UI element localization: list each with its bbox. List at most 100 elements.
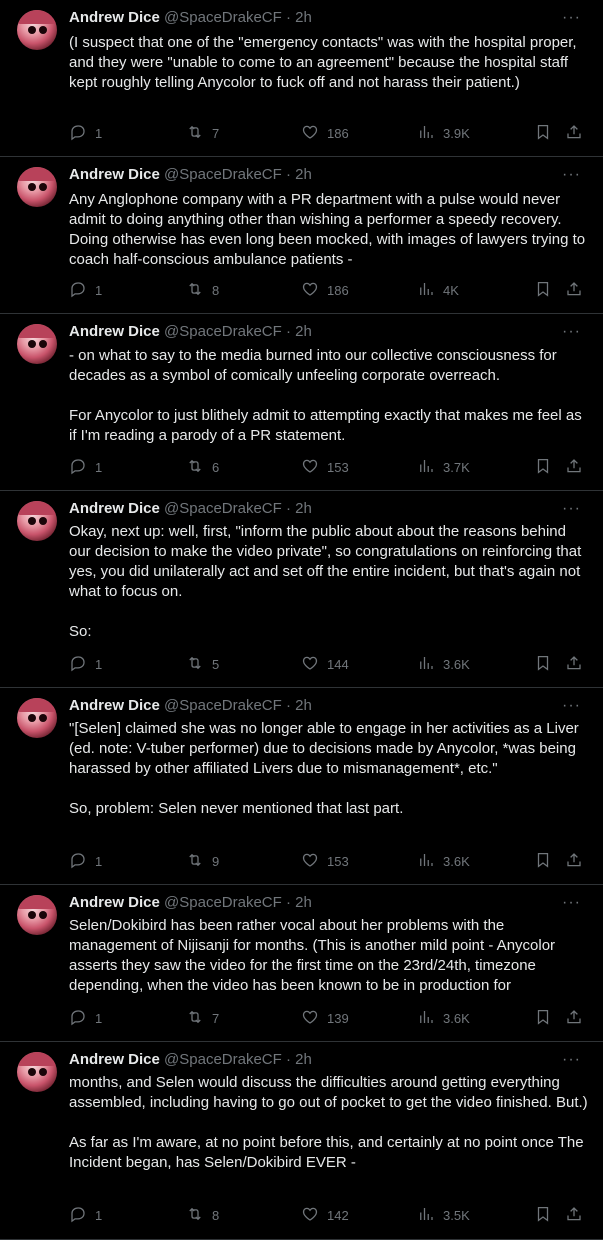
handle-and-time[interactable]: @SpaceDrakeCF · 2h	[164, 323, 312, 340]
display-name[interactable]: Andrew Dice	[69, 697, 160, 714]
share-button[interactable]	[565, 123, 583, 143]
views-button[interactable]: 3.6K	[417, 851, 470, 871]
retweet-button[interactable]: 8	[186, 1205, 219, 1225]
retweet-icon	[186, 1008, 204, 1029]
more-options-icon[interactable]: ···	[562, 324, 581, 340]
like-count: 186	[327, 282, 349, 298]
like-count: 186	[327, 125, 349, 141]
avatar[interactable]	[17, 501, 57, 541]
reply-count: 1	[95, 1207, 103, 1223]
avatar[interactable]	[17, 324, 57, 364]
like-button[interactable]: 144	[301, 654, 349, 674]
bookmark-button[interactable]	[534, 1008, 552, 1028]
share-button[interactable]	[565, 654, 583, 674]
bookmark-button[interactable]	[534, 1205, 552, 1225]
tweet[interactable]: Andrew Dice @SpaceDrakeCF · 2h ··· month…	[0, 1042, 603, 1240]
action-bar: 1 6 153 3.7K	[69, 457, 589, 477]
display-name[interactable]: Andrew Dice	[69, 166, 160, 183]
retweet-button[interactable]: 8	[186, 280, 219, 300]
views-button[interactable]: 3.9K	[417, 123, 470, 143]
like-count: 153	[327, 459, 349, 475]
retweet-button[interactable]: 7	[186, 1008, 219, 1028]
reply-button[interactable]: 1	[69, 280, 102, 300]
share-button[interactable]	[565, 851, 583, 871]
bookmark-button[interactable]	[534, 654, 552, 674]
like-button[interactable]: 139	[301, 1008, 349, 1028]
handle-and-time[interactable]: @SpaceDrakeCF · 2h	[164, 9, 312, 26]
tweet[interactable]: Andrew Dice @SpaceDrakeCF · 2h ··· Selen…	[0, 885, 603, 1042]
avatar[interactable]	[17, 1052, 57, 1092]
display-name[interactable]: Andrew Dice	[69, 894, 160, 911]
bookmark-button[interactable]	[534, 851, 552, 871]
tweet[interactable]: Andrew Dice @SpaceDrakeCF · 2h ··· (I su…	[0, 0, 603, 157]
bookmark-icon	[534, 123, 552, 144]
views-button[interactable]: 3.6K	[417, 1008, 470, 1028]
views-button[interactable]: 3.6K	[417, 654, 470, 674]
retweet-button[interactable]: 5	[186, 654, 219, 674]
like-button[interactable]: 186	[301, 280, 349, 300]
more-options-icon[interactable]: ···	[562, 167, 581, 183]
bookmark-icon	[534, 280, 552, 301]
tweet[interactable]: Andrew Dice @SpaceDrakeCF · 2h ··· - on …	[0, 314, 603, 491]
more-options-icon[interactable]: ···	[562, 1052, 581, 1068]
views-button[interactable]: 4K	[417, 280, 459, 300]
retweet-icon	[186, 280, 204, 301]
bookmark-button[interactable]	[534, 457, 552, 477]
handle-and-time[interactable]: @SpaceDrakeCF · 2h	[164, 697, 312, 714]
views-button[interactable]: 3.7K	[417, 457, 470, 477]
avatar[interactable]	[17, 698, 57, 738]
reply-button[interactable]: 1	[69, 1205, 102, 1225]
more-options-icon[interactable]: ···	[562, 10, 581, 26]
bookmark-icon	[534, 851, 552, 872]
views-button[interactable]: 3.5K	[417, 1205, 470, 1225]
like-button[interactable]: 186	[301, 123, 349, 143]
tweet[interactable]: Andrew Dice @SpaceDrakeCF · 2h ··· Okay,…	[0, 491, 603, 688]
display-name[interactable]: Andrew Dice	[69, 1051, 160, 1068]
bookmark-icon	[534, 654, 552, 675]
display-name[interactable]: Andrew Dice	[69, 9, 160, 26]
like-button[interactable]: 142	[301, 1205, 349, 1225]
display-name[interactable]: Andrew Dice	[69, 323, 160, 340]
share-button[interactable]	[565, 1008, 583, 1028]
retweet-count: 8	[212, 1207, 220, 1223]
avatar[interactable]	[17, 167, 57, 207]
handle-and-time[interactable]: @SpaceDrakeCF · 2h	[164, 166, 312, 183]
reply-button[interactable]: 1	[69, 457, 102, 477]
share-icon	[565, 851, 583, 872]
bar-chart-icon	[417, 1008, 435, 1029]
reply-button[interactable]: 1	[69, 1008, 102, 1028]
bookmark-button[interactable]	[534, 280, 552, 300]
tweet-text: - on what to say to the media burned int…	[69, 346, 589, 446]
avatar[interactable]	[17, 10, 57, 50]
share-button[interactable]	[565, 1205, 583, 1225]
tweet-paragraph: - on what to say to the media burned int…	[69, 347, 557, 384]
avatar[interactable]	[17, 895, 57, 935]
share-icon	[565, 457, 583, 478]
more-options-icon[interactable]: ···	[562, 895, 581, 911]
tweet[interactable]: Andrew Dice @SpaceDrakeCF · 2h ··· Any A…	[0, 157, 603, 314]
share-button[interactable]	[565, 280, 583, 300]
reply-icon	[69, 280, 87, 301]
reply-button[interactable]: 1	[69, 123, 102, 143]
share-button[interactable]	[565, 457, 583, 477]
reply-icon	[69, 851, 87, 872]
tweet-text: Any Anglophone company with a PR departm…	[69, 190, 589, 270]
more-options-icon[interactable]: ···	[562, 501, 581, 517]
handle-and-time[interactable]: @SpaceDrakeCF · 2h	[164, 500, 312, 517]
retweet-button[interactable]: 9	[186, 851, 219, 871]
bar-chart-icon	[417, 1205, 435, 1226]
display-name[interactable]: Andrew Dice	[69, 500, 160, 517]
tweet[interactable]: Andrew Dice @SpaceDrakeCF · 2h ··· "[Sel…	[0, 688, 603, 885]
retweet-button[interactable]: 6	[186, 457, 219, 477]
bookmark-button[interactable]	[534, 123, 552, 143]
retweet-button[interactable]: 7	[186, 123, 219, 143]
like-button[interactable]: 153	[301, 457, 349, 477]
more-options-icon[interactable]: ···	[562, 698, 581, 714]
reply-button[interactable]: 1	[69, 654, 102, 674]
handle-and-time[interactable]: @SpaceDrakeCF · 2h	[164, 1051, 312, 1068]
reply-button[interactable]: 1	[69, 851, 102, 871]
retweet-count: 5	[212, 656, 220, 672]
tweet-paragraph: Selen/Dokibird has been rather vocal abo…	[69, 917, 556, 994]
handle-and-time[interactable]: @SpaceDrakeCF · 2h	[164, 894, 312, 911]
like-button[interactable]: 153	[301, 851, 349, 871]
